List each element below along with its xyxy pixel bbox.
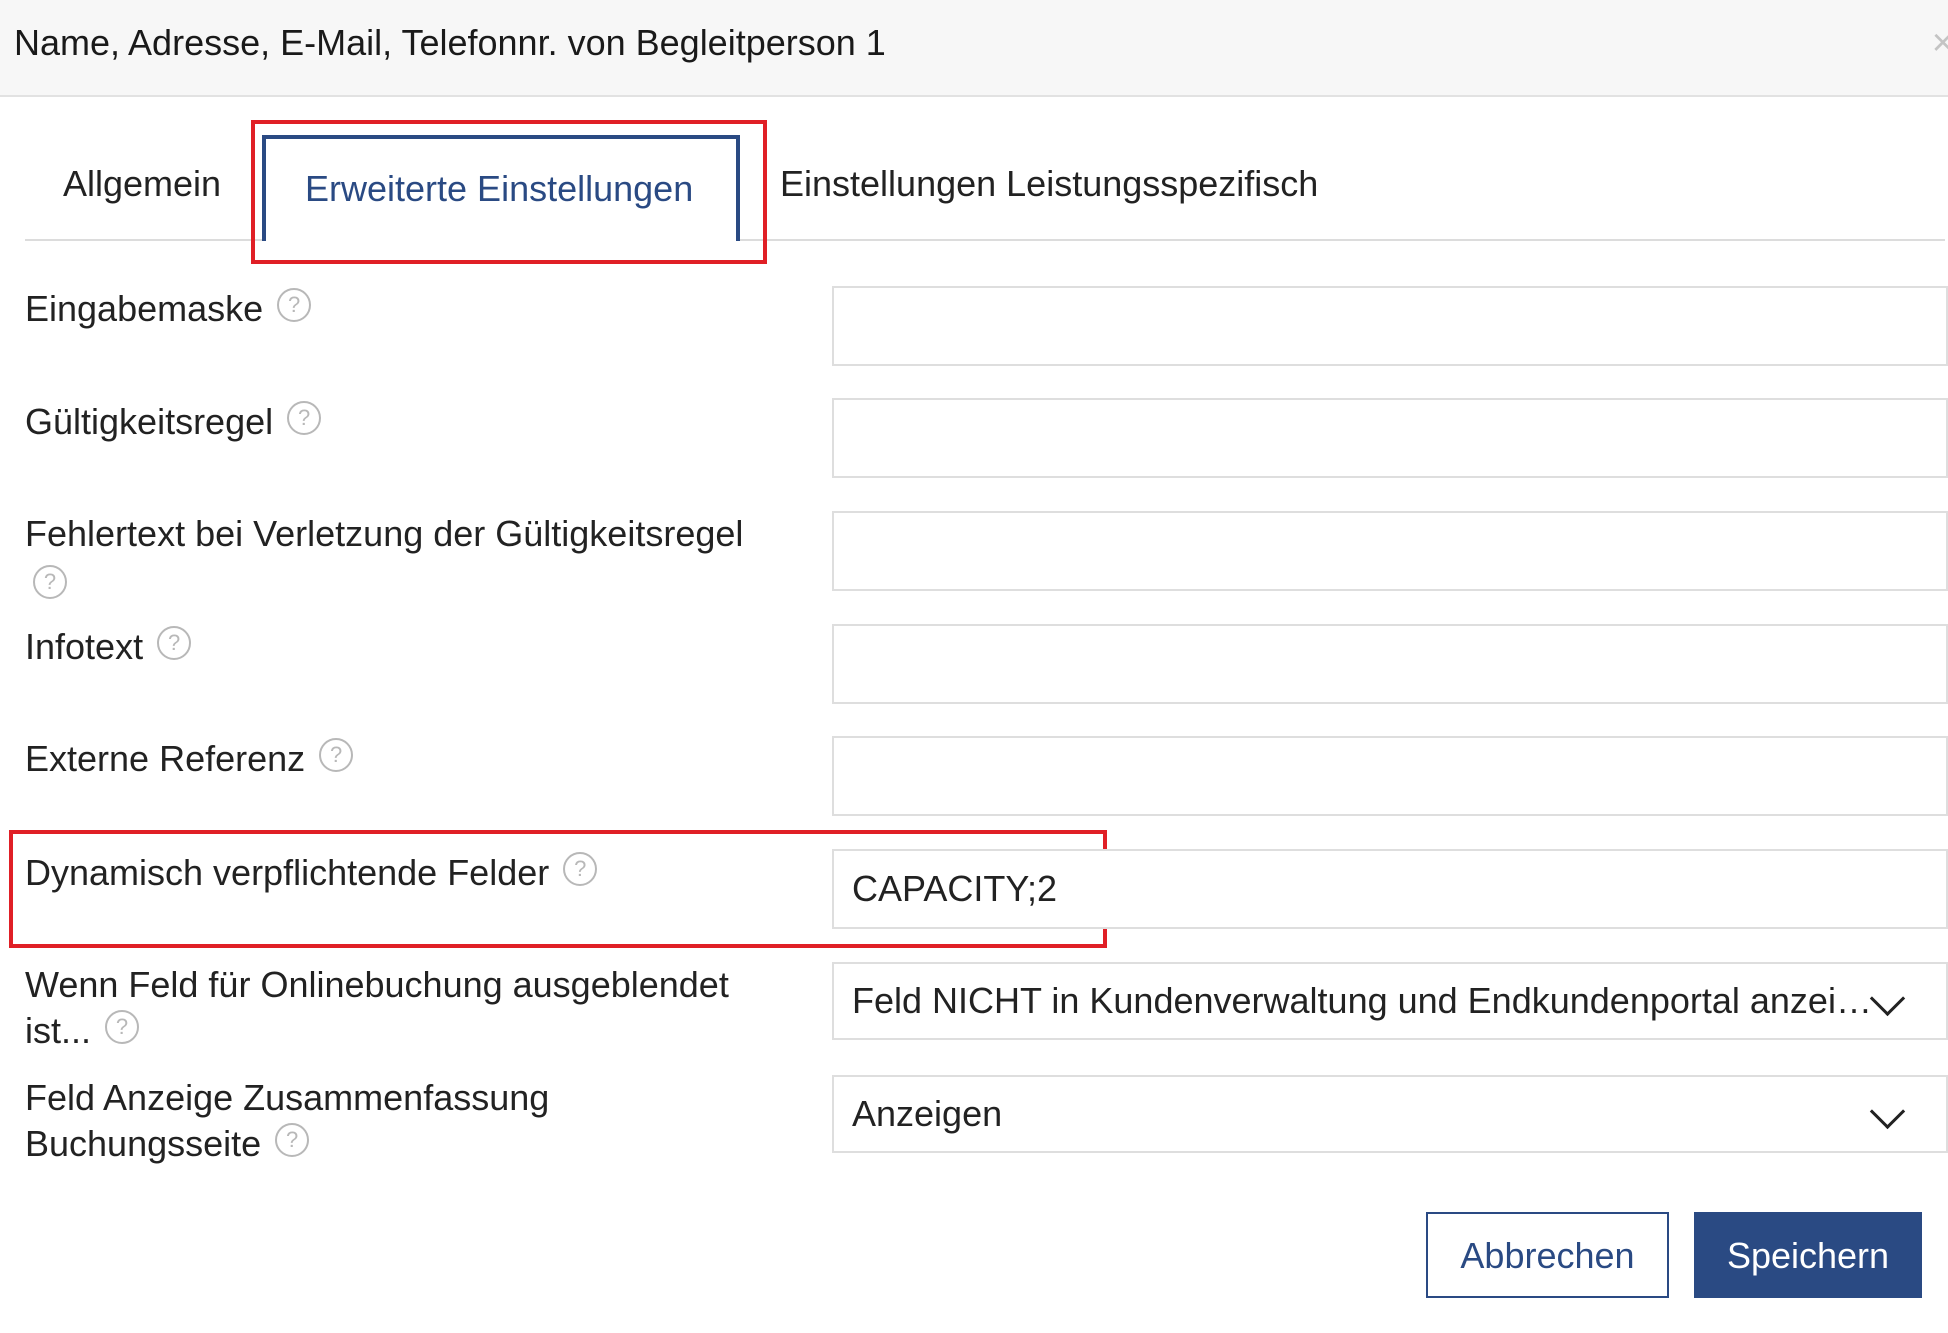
help-icon[interactable]: ?: [157, 626, 192, 661]
eingabemaske-label: Eingabemaske?: [25, 286, 785, 332]
gueltigkeitsregel-input[interactable]: [832, 398, 1948, 478]
close-icon[interactable]: ×: [1932, 24, 1948, 62]
online-ausgeblendet-label: Wenn Feld für Onlinebuchung ausgeblendet…: [25, 964, 729, 1051]
help-icon[interactable]: ?: [287, 401, 322, 436]
externe-referenz-label: Externe Referenz?: [25, 736, 785, 782]
help-icon[interactable]: ?: [33, 565, 67, 600]
help-icon[interactable]: ?: [277, 288, 312, 323]
help-icon[interactable]: ?: [275, 1123, 310, 1158]
online-ausgeblendet-value: Feld NICHT in Kundenverwaltung und Endku…: [852, 980, 1872, 1021]
online-ausgeblendet-select[interactable]: Feld NICHT in Kundenverwaltung und Endku…: [832, 962, 1948, 1040]
chevron-down-icon: [1869, 1093, 1906, 1130]
dialog-header: Name, Adresse, E-Mail, Telefonnr. von Be…: [0, 0, 1948, 97]
anzeige-zusammenfassung-label: Feld Anzeige Zusammenfassung Buchungsseit…: [25, 1077, 550, 1164]
dynamisch-label: Dynamisch verpflichtende Felder?: [25, 850, 785, 896]
infotext-input[interactable]: [832, 624, 1948, 704]
fehlertext-input[interactable]: [832, 511, 1948, 591]
infotext-label: Infotext?: [25, 624, 785, 670]
cancel-button[interactable]: Abbrechen: [1426, 1212, 1669, 1298]
dialog-title: Name, Adresse, E-Mail, Telefonnr. von Be…: [14, 22, 886, 63]
gueltigkeitsregel-label: Gültigkeitsregel?: [25, 399, 785, 445]
tab-erweiterte-einstellungen-label[interactable]: Erweiterte Einstellungen: [305, 168, 693, 210]
help-icon[interactable]: ?: [563, 852, 598, 887]
eingabemaske-input[interactable]: [832, 286, 1948, 366]
fehlertext-label: Fehlertext bei Verletzung der Gültigkeit…: [25, 511, 785, 603]
anzeige-zusammenfassung-value: Anzeigen: [852, 1093, 1003, 1134]
anzeige-zusammenfassung-select[interactable]: Anzeigen: [832, 1075, 1948, 1153]
dynamisch-input[interactable]: [832, 849, 1948, 929]
chevron-down-icon: [1869, 980, 1906, 1017]
externe-referenz-input[interactable]: [832, 736, 1948, 816]
help-icon[interactable]: ?: [319, 738, 354, 773]
tab-einstellungen-leistungsspezifisch[interactable]: Einstellungen Leistungsspezifisch: [780, 163, 1318, 205]
save-button[interactable]: Speichern: [1694, 1212, 1922, 1298]
help-icon[interactable]: ?: [105, 1010, 140, 1045]
tab-allgemein[interactable]: Allgemein: [63, 163, 221, 205]
